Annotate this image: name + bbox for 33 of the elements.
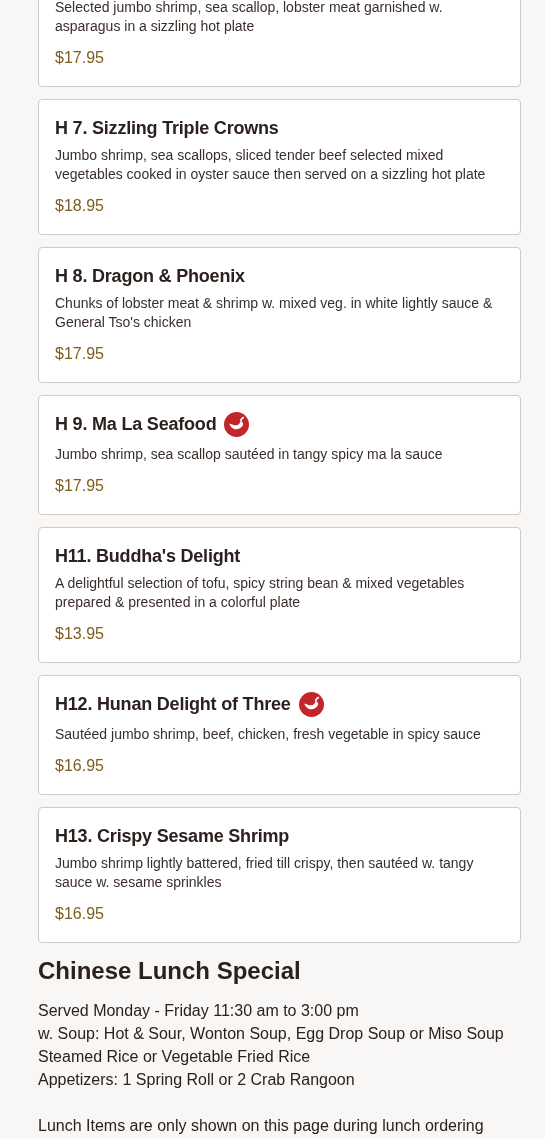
item-name: H 7. Sizzling Triple Crowns bbox=[55, 117, 279, 139]
info-line: Appetizers: 1 Spring Roll or 2 Crab Rangoon bbox=[38, 1070, 356, 1090]
section-heading: Chinese Lunch Special bbox=[38, 957, 302, 985]
item-price: $17.95 bbox=[55, 48, 105, 68]
menu-item-card[interactable]: H 8. Dragon & Phoenix Chunks of lobster meat & shrimp w. mixed veg. in white lightly sauce & General Tso's chicken $17.95 bbox=[38, 247, 521, 383]
item-name: H 9. Ma La Seafood bbox=[55, 414, 217, 435]
item-name: H13. Crispy Sesame Shrimp bbox=[55, 825, 290, 847]
menu-item-card[interactable]: H11. Buddha's Delight A delightful selection of tofu, spicy string bean & mixed vegetables prepared & presented in a colorful plate $13.95 bbox=[38, 527, 521, 663]
info-line: Served Monday - Friday 11:30 am to 3:00 pm bbox=[38, 1001, 360, 1021]
info-line: w. Soup: Hot & Sour, Wonton Soup, Egg Drop Soup or Miso Soup bbox=[38, 1024, 505, 1044]
item-price: $17.95 bbox=[55, 344, 105, 364]
item-description: A delightful selection of tofu, spicy string bean & mixed vegetables prepared & presented in a colorful plate bbox=[55, 574, 466, 612]
item-price: $17.95 bbox=[55, 476, 105, 496]
menu-item-card[interactable]: Selected jumbo shrimp, sea scallop, lobster meat garnished w. asparagus in a sizzling hot plate $17.95 bbox=[38, 0, 521, 87]
item-name: H11. Buddha's Delight bbox=[55, 545, 241, 567]
item-price: $18.95 bbox=[55, 196, 105, 216]
item-price: $13.95 bbox=[55, 624, 105, 644]
menu-item-card[interactable]: H13. Crispy Sesame Shrimp Jumbo shrimp lightly battered, fried till crispy, then sautéed w. tangy sauce w. sesame sprinkles $16.95 bbox=[38, 807, 521, 943]
item-description: Sautéed jumbo shrimp, beef, chicken, fresh vegetable in spicy sauce bbox=[55, 725, 482, 744]
item-price: $16.95 bbox=[55, 904, 105, 924]
menu-item-card[interactable]: H 7. Sizzling Triple Crowns Jumbo shrimp, sea scallops, sliced tender beef selected mixed vegetables cooked in oyster sauce then served on a sizzling hot plate $18.95 bbox=[38, 99, 521, 235]
menu-item-card[interactable]: H 9. Ma La Seafood Jumbo shrimp, sea scallop sautéed in tangy spicy ma la sauce $17.95 bbox=[38, 395, 521, 515]
item-description: Chunks of lobster meat & shrimp w. mixed veg. in white lightly sauce & General Tso's chicken bbox=[55, 294, 494, 332]
item-description: Jumbo shrimp, sea scallop sautéed in tangy spicy ma la sauce bbox=[55, 445, 444, 464]
menu-item-card[interactable]: H12. Hunan Delight of Three Sautéed jumbo shrimp, beef, chicken, fresh vegetable in spicy sauce $16.95 bbox=[38, 675, 521, 795]
item-description: Jumbo shrimp lightly battered, fried till crispy, then sautéed w. tangy sauce w. sesame sprinkles bbox=[55, 854, 475, 892]
info-line: Steamed Rice or Vegetable Fried Rice bbox=[38, 1047, 312, 1067]
item-name: H 8. Dragon & Phoenix bbox=[55, 265, 245, 287]
item-description: Jumbo shrimp, sea scallops, sliced tender beef selected mixed vegetables cooked in oyster sauce then served on a sizzling hot plate bbox=[55, 146, 487, 184]
note-text: Lunch Items are only shown on this page during lunch ordering bbox=[38, 1116, 485, 1136]
item-price: $16.95 bbox=[55, 756, 105, 776]
item-description: Selected jumbo shrimp, sea scallop, lobster meat garnished w. asparagus in a sizzling hot plate bbox=[55, 0, 444, 36]
item-name: H12. Hunan Delight of Three bbox=[55, 694, 291, 715]
